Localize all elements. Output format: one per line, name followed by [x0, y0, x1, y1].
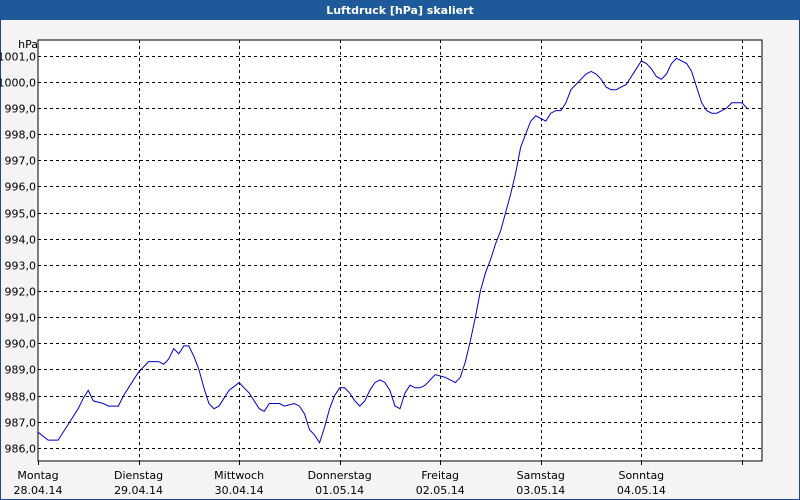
y-tick-label: 994,0: [5, 234, 37, 247]
x-tick-day-label: Freitag: [421, 469, 459, 482]
chart-title-bar: Luftdruck [hPa] skaliert: [0, 0, 800, 20]
y-tick-label: 995,0: [5, 208, 37, 221]
y-tick-label: 993,0: [5, 260, 37, 273]
y-tick-label: 998,0: [5, 129, 37, 142]
x-tick-date-label: 02.05.14: [416, 484, 465, 497]
x-tick-day-label: Samstag: [517, 469, 565, 482]
y-axis-label: hPa: [18, 38, 38, 51]
y-tick-label: 986,0: [5, 443, 37, 456]
y-tick-label: 990,0: [5, 338, 37, 351]
chart-title: Luftdruck [hPa] skaliert: [326, 3, 474, 17]
y-tick-label: 999,0: [5, 103, 37, 116]
y-tick-label: 992,0: [5, 286, 37, 299]
y-tick-label: 991,0: [5, 312, 37, 325]
y-tick-label: 996,0: [5, 181, 37, 194]
x-tick-day-label: Sonntag: [618, 469, 664, 482]
x-tick-date-label: 03.05.14: [516, 484, 565, 497]
x-tick-day-label: Mittwoch: [214, 469, 264, 482]
y-tick-label: 987,0: [5, 417, 37, 430]
x-tick-date-label: 04.05.14: [617, 484, 666, 497]
x-tick-date-label: 29.04.14: [114, 484, 163, 497]
x-tick-date-label: 28.04.14: [14, 484, 63, 497]
x-tick-date-label: 30.04.14: [215, 484, 264, 497]
y-tick-label: 997,0: [5, 155, 37, 168]
y-tick-label: 1001,0: [0, 51, 36, 64]
x-tick-date-label: 01.05.14: [315, 484, 364, 497]
y-tick-label: 988,0: [5, 391, 37, 404]
y-tick-label: 1000,0: [0, 77, 36, 90]
x-axis-ticks: Montag 28.04.14 Dienstag 29.04.14 Mittwoch 30…: [14, 461, 743, 497]
pressure-line-chart: 1001,0 1000,0 999,0 998,0 997,0 996,0 995,0 994…: [0, 38, 763, 497]
x-tick-day-label: Dienstag: [114, 469, 163, 482]
y-axis-ticks: 1001,0 1000,0 999,0 998,0 997,0 996,0 995,0 994…: [0, 51, 36, 456]
x-tick-day-label: Donnerstag: [308, 469, 372, 482]
y-tick-label: 989,0: [5, 364, 37, 377]
x-tick-day-label: Montag: [17, 469, 58, 482]
plot-area: [37, 39, 763, 462]
